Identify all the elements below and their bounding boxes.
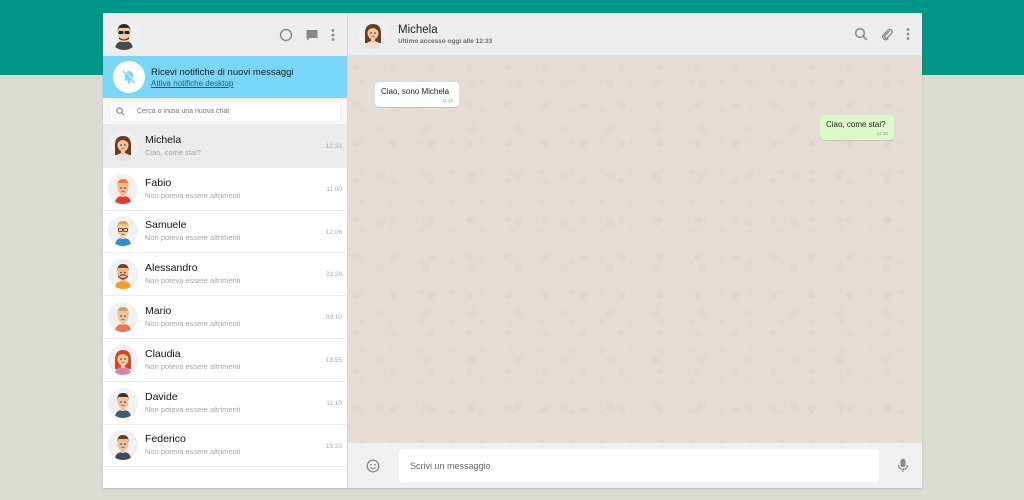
avatar: [108, 302, 138, 333]
chat-time: 23:28: [325, 271, 342, 279]
notification-title: Ricevi notifiche di nuovi messaggi: [151, 67, 294, 78]
search-input[interactable]: [137, 108, 327, 115]
chat-item-claudia[interactable]: Claudia Non poteva essere altrimenti 18:…: [103, 338, 347, 382]
vertical-dots-icon[interactable]: [327, 24, 339, 46]
emoji-icon[interactable]: [366, 459, 380, 473]
bell-off-icon: [113, 61, 145, 93]
message-incoming[interactable]: Ciao, sono Michela 11:15: [375, 82, 459, 107]
chat-item-mario[interactable]: Mario Non poteva essere altrimenti 09:10: [103, 296, 347, 339]
vertical-dots-icon[interactable]: [902, 23, 914, 45]
message-composer: [348, 443, 922, 488]
chat-item-federico[interactable]: Federico Non poteva essere altrimenti 15…: [103, 424, 347, 468]
paperclip-icon[interactable]: [876, 23, 898, 45]
notification-banner[interactable]: Ricevi notifiche di nuovi messaggi Attiv…: [103, 56, 347, 98]
search-icon: [116, 103, 125, 121]
search-box: [109, 101, 341, 122]
chat-preview: Non poteva essere altrimenti: [145, 276, 241, 286]
contact-name: Michela: [398, 24, 438, 36]
chat-bubble-icon[interactable]: [301, 24, 323, 46]
last-seen-status: Ultimo accesso oggi alle 12:33: [398, 38, 493, 45]
chat-name: Michela: [145, 133, 182, 146]
chat-item-fabio[interactable]: Fabio Non poteva essere altrimenti 11:00: [103, 167, 347, 211]
contact-info[interactable]: Michela Ultimo accesso oggi alle 12:33: [398, 23, 846, 45]
chat-name: Mario: [145, 305, 172, 318]
enable-notifications-link[interactable]: Attiva notifiche desktop: [151, 79, 294, 88]
chat-preview: Ciao, come stai?: [145, 147, 201, 157]
chat-list: Michela Ciao, come stai? 12:33 Fabio Non…: [103, 125, 347, 488]
message-time: 11:15: [442, 98, 453, 103]
message-input[interactable]: [399, 449, 879, 482]
avatar: [108, 130, 138, 161]
chat-name: Claudia: [145, 347, 181, 360]
avatar: [108, 344, 138, 375]
conversation-header: Michela Ultimo accesso oggi alle 12:33: [348, 13, 922, 56]
whatsapp-app: Ricevi notifiche di nuovi messaggi Attiv…: [103, 13, 922, 488]
chat-preview: Non poteva essere altrimenti: [145, 190, 241, 200]
chat-item-davide[interactable]: Davide Non poteva essere altrimenti 11:1…: [103, 381, 347, 425]
chat-preview: Non poteva essere altrimenti: [145, 233, 241, 243]
chat-time: 11:10: [326, 399, 342, 407]
contact-avatar[interactable]: [358, 19, 388, 49]
chat-name: Samuele: [145, 219, 187, 232]
chat-time: 11:00: [326, 185, 342, 193]
chat-time: 12:33: [325, 143, 342, 150]
message-text: Ciao, come stai?: [826, 120, 886, 129]
chat-time: 18:55: [325, 356, 342, 364]
chat-name: Federico: [145, 433, 186, 446]
chat-name: Fabio: [145, 176, 172, 189]
chat-item-samuele[interactable]: Samuele Non poteva essere altrimenti 12:…: [103, 210, 347, 254]
chat-item-michela[interactable]: Michela Ciao, come stai? 12:33: [103, 125, 347, 168]
chat-preview: Non poteva essere altrimenti: [145, 361, 241, 371]
microphone-icon[interactable]: [897, 458, 909, 473]
message-time: 12:36: [876, 131, 888, 136]
message-outgoing[interactable]: Ciao, come stai? 12:36: [820, 115, 894, 140]
avatar: [108, 216, 138, 247]
avatar: [108, 173, 138, 204]
chat-time: 12:06: [325, 228, 342, 236]
message-area[interactable]: Ciao, sono Michela 11:15 Ciao, come stai…: [348, 56, 922, 443]
conversation-panel: Michela Ultimo accesso oggi alle 12:33 C…: [348, 13, 922, 488]
status-circle-icon[interactable]: [275, 24, 297, 46]
avatar: [108, 387, 138, 418]
chat-item-alessandro[interactable]: Alessandro Non poteva essere altrimenti …: [103, 253, 347, 297]
avatar: [108, 430, 138, 461]
chat-time: 15:23: [325, 442, 342, 450]
avatar: [108, 259, 138, 290]
message-text: Ciao, sono Michela: [381, 87, 450, 96]
chat-preview: Non poteva essere altrimenti: [145, 447, 241, 457]
chat-preview: Non poteva essere altrimenti: [145, 404, 241, 414]
sidebar-header: [103, 13, 347, 56]
search-bar: [103, 98, 347, 125]
sidebar: Ricevi notifiche di nuovi messaggi Attiv…: [103, 13, 348, 488]
my-avatar[interactable]: [109, 19, 139, 50]
chat-time: 09:10: [325, 314, 342, 322]
chat-name: Alessandro: [145, 262, 198, 275]
search-icon[interactable]: [850, 23, 872, 45]
chat-preview: Non poteva essere altrimenti: [145, 319, 241, 329]
chat-name: Davide: [145, 390, 178, 403]
